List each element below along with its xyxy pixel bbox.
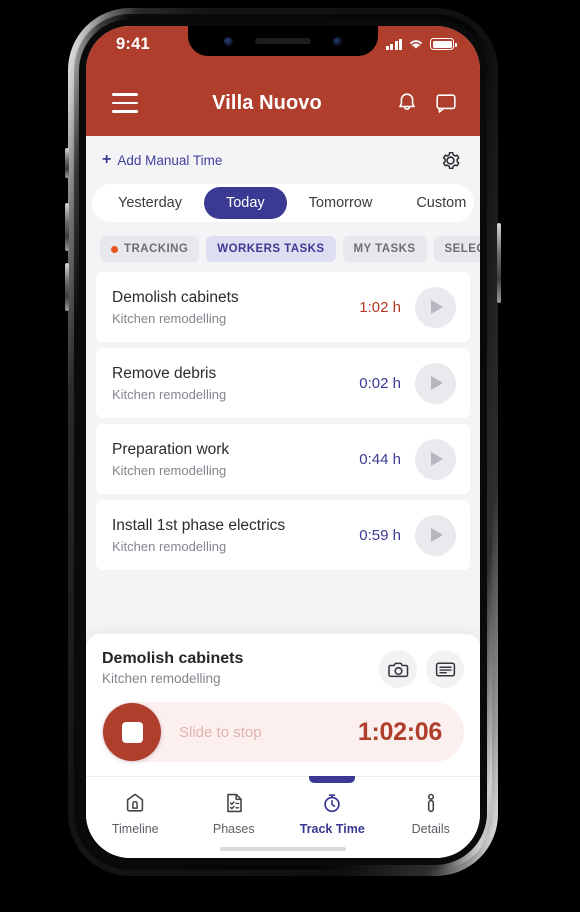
- task-title: Demolish cabinets: [112, 288, 239, 306]
- task-project: Kitchen remodelling: [112, 310, 227, 326]
- filter-pill-tracking-label: TRACKING: [124, 243, 189, 255]
- bell-icon[interactable]: [396, 91, 418, 115]
- power-button[interactable]: [497, 223, 501, 303]
- task-texts: Preparation work Kitchen remodelling: [112, 441, 359, 478]
- home-indicator: [220, 846, 346, 851]
- table-row[interactable]: Install 1st phase electrics Kitchen remo…: [96, 500, 470, 570]
- hamburger-menu-icon[interactable]: [112, 93, 138, 113]
- table-row[interactable]: Remove debris Kitchen remodelling 0:02 h: [96, 348, 470, 418]
- filter-pill-selected[interactable]: SELECTED: [433, 236, 481, 262]
- filter-pill-my-tasks-label: MY TASKS: [353, 243, 416, 255]
- filter-pill-workers-tasks-label: WORKERS TASKS: [217, 243, 325, 255]
- home-icon: [127, 793, 144, 812]
- page-title: Villa Nuovo: [212, 91, 322, 114]
- note-icon: [435, 662, 455, 676]
- manual-time-row: + Add Manual Time: [86, 136, 480, 184]
- wifi-icon: [410, 40, 422, 49]
- presentation-board-icon[interactable]: [434, 92, 458, 114]
- gear-icon[interactable]: [439, 149, 462, 172]
- filter-pill-selected-label: SELECTED: [444, 243, 481, 255]
- day-tabs: Yesterday Today Tomorrow Custom: [86, 184, 480, 230]
- running-timer-texts: Demolish cabinets Kitchen remodelling: [102, 650, 379, 686]
- active-tab-indicator: [309, 776, 356, 783]
- task-texts: Remove debris Kitchen remodelling: [112, 365, 359, 402]
- checklist-document-icon: [226, 793, 242, 813]
- tracking-status-dot-icon: [111, 245, 118, 253]
- day-tabs-inner: Yesterday Today Tomorrow Custom: [92, 184, 474, 222]
- filter-pills: TRACKING WORKERS TASKS MY TASKS SELECTED: [86, 230, 480, 272]
- task-title: Install 1st phase electrics: [112, 516, 286, 534]
- plus-icon: +: [102, 151, 112, 168]
- nav-item-phases[interactable]: Phases: [185, 777, 284, 850]
- nav-item-timeline[interactable]: Timeline: [86, 777, 185, 850]
- bottom-navigation: Timeline Phases Track Time Details: [86, 776, 480, 858]
- slide-to-stop-label: Slide to stop: [179, 723, 262, 741]
- note-button[interactable]: [426, 650, 464, 688]
- play-icon[interactable]: [415, 362, 456, 404]
- battery-full-icon: [430, 38, 457, 50]
- filter-pill-my-tasks[interactable]: MY TASKS: [342, 236, 427, 262]
- task-list: Demolish cabinets Kitchen remodelling 1:…: [86, 272, 480, 634]
- elapsed-time: 1:02:06: [357, 717, 442, 746]
- mute-switch[interactable]: [65, 148, 69, 178]
- volume-up-button[interactable]: [65, 203, 69, 251]
- day-tab-yesterday[interactable]: Yesterday: [96, 187, 204, 219]
- info-pin-icon: [427, 793, 434, 813]
- running-timer-actions: [379, 650, 464, 688]
- earpiece-speaker: [255, 38, 311, 44]
- add-manual-time-button[interactable]: + Add Manual Time: [102, 152, 222, 168]
- status-bar-clock: 9:41: [116, 35, 150, 53]
- running-timer-panel: Demolish cabinets Kitchen remodelling Sl…: [86, 634, 480, 776]
- task-duration: 0:02 h: [359, 374, 401, 392]
- proximity-sensor-icon: [333, 36, 342, 46]
- day-tab-tomorrow[interactable]: Tomorrow: [287, 187, 395, 219]
- task-project: Kitchen remodelling: [112, 538, 227, 554]
- nav-item-details[interactable]: Details: [382, 777, 481, 850]
- task-duration: 0:59 h: [359, 526, 401, 544]
- task-duration: 1:02 h: [359, 298, 401, 316]
- slide-to-stop-slider[interactable]: Slide to stop 1:02:06: [102, 702, 464, 762]
- task-title: Preparation work: [112, 440, 230, 458]
- front-camera-icon: [224, 36, 233, 46]
- add-manual-time-label: Add Manual Time: [117, 152, 223, 168]
- filter-pill-tracking[interactable]: TRACKING: [100, 236, 200, 262]
- phone-mockup: 9:41 Villa Nuovo + Add Manual Time Yeste…: [65, 8, 501, 876]
- app-header: Villa Nuovo: [86, 70, 480, 136]
- task-project: Kitchen remodelling: [112, 386, 227, 402]
- table-row[interactable]: Preparation work Kitchen remodelling 0:4…: [96, 424, 470, 494]
- nav-item-track-time[interactable]: Track Time: [283, 776, 382, 850]
- running-task-project: Kitchen remodelling: [102, 671, 221, 686]
- camera-button[interactable]: [379, 650, 417, 688]
- header-actions: [396, 91, 458, 115]
- task-duration: 0:44 h: [359, 450, 401, 468]
- nav-label-track-time: Track Time: [299, 822, 365, 836]
- stopwatch-icon: [324, 794, 341, 813]
- camera-icon: [387, 662, 408, 677]
- filter-pill-workers-tasks[interactable]: WORKERS TASKS: [206, 236, 336, 262]
- nav-label-timeline: Timeline: [111, 822, 159, 836]
- running-timer-header: Demolish cabinets Kitchen remodelling: [102, 650, 464, 688]
- nav-label-phases: Phases: [212, 822, 255, 836]
- phone-screen: 9:41 Villa Nuovo + Add Manual Time Yeste…: [86, 26, 480, 858]
- play-icon[interactable]: [415, 438, 456, 480]
- volume-down-button[interactable]: [65, 263, 69, 311]
- status-bar-icons: [385, 35, 457, 50]
- phone-notch: [188, 26, 378, 56]
- stop-square-icon: [121, 721, 143, 743]
- running-task-title: Demolish cabinets: [102, 650, 244, 667]
- cellular-signal-icon: [385, 38, 402, 50]
- day-tab-custom[interactable]: Custom: [394, 187, 474, 219]
- task-title: Remove debris: [112, 364, 217, 382]
- task-texts: Install 1st phase electrics Kitchen remo…: [112, 517, 359, 554]
- table-row[interactable]: Demolish cabinets Kitchen remodelling 1:…: [96, 272, 470, 342]
- task-texts: Demolish cabinets Kitchen remodelling: [112, 289, 359, 326]
- task-project: Kitchen remodelling: [112, 462, 227, 478]
- day-tab-today[interactable]: Today: [203, 187, 287, 219]
- nav-label-details: Details: [411, 822, 450, 836]
- play-icon[interactable]: [415, 514, 456, 556]
- play-icon[interactable]: [415, 286, 456, 328]
- stop-timer-button[interactable]: [103, 703, 161, 761]
